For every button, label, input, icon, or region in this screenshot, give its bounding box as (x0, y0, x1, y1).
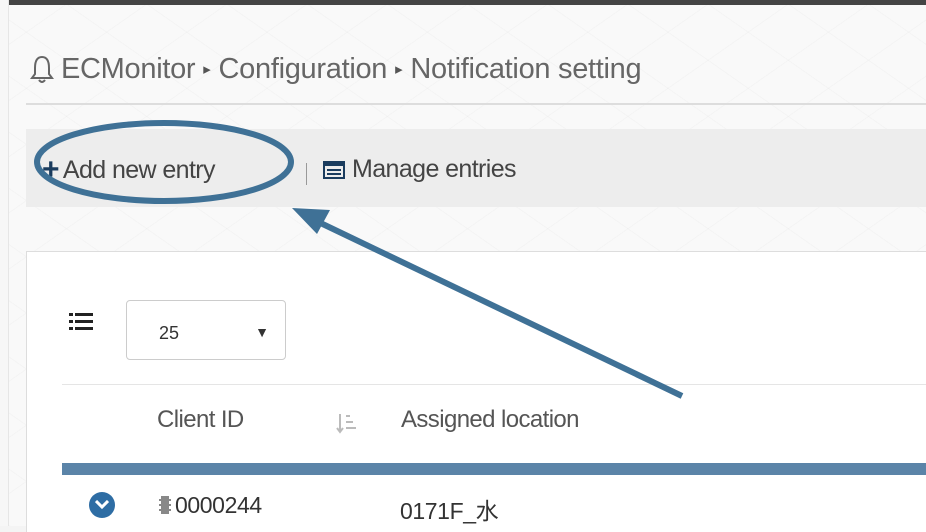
list-window-icon (323, 160, 345, 179)
breadcrumb-separator: ▸ (395, 61, 403, 78)
dropdown-arrow-icon: ▼ (255, 324, 269, 340)
left-sidebar-edge (0, 0, 9, 526)
row-expand-button[interactable] (89, 492, 115, 518)
cell-assigned-location: 0171F_水 (400, 498, 499, 524)
manage-entries-button[interactable]: Manage entries (323, 155, 517, 184)
list-icon (69, 313, 93, 330)
column-header-assigned-location[interactable]: Assigned location (401, 406, 580, 434)
breadcrumb-item-configuration[interactable]: Configuration (219, 53, 388, 86)
header-divider (62, 384, 926, 385)
toolbar-divider (306, 163, 307, 185)
add-new-entry-label: Add new entry (62, 155, 216, 184)
sort-icon[interactable] (336, 412, 358, 434)
table-header-bar (62, 463, 926, 475)
manage-entries-label: Manage entries (352, 155, 517, 183)
breadcrumb-divider (26, 103, 926, 105)
breadcrumb-item-ecmonitor[interactable]: ECMonitor (61, 53, 196, 86)
entries-panel: 25 ▼ Client ID Assigned location 0000244… (26, 251, 926, 532)
bell-icon (30, 55, 54, 83)
breadcrumb: ECMonitor ▸ Configuration ▸ Notification… (29, 49, 642, 89)
cell-client-id: 0000244 (175, 492, 262, 518)
page-size-select[interactable]: 25 ▼ (126, 300, 286, 360)
plus-icon: + (42, 153, 60, 186)
toolbar: + Add new entry Manage entries (26, 129, 926, 207)
chip-icon (159, 496, 171, 514)
page-content: ECMonitor ▸ Configuration ▸ Notification… (9, 5, 926, 532)
chevron-down-icon (95, 500, 109, 510)
add-new-entry-button[interactable]: + Add new entry (42, 153, 216, 186)
column-header-client-id[interactable]: Client ID (157, 406, 244, 434)
breadcrumb-item-notification-setting: Notification setting (410, 52, 642, 85)
page-size-value: 25 (159, 323, 180, 343)
breadcrumb-separator: ▸ (203, 61, 211, 78)
